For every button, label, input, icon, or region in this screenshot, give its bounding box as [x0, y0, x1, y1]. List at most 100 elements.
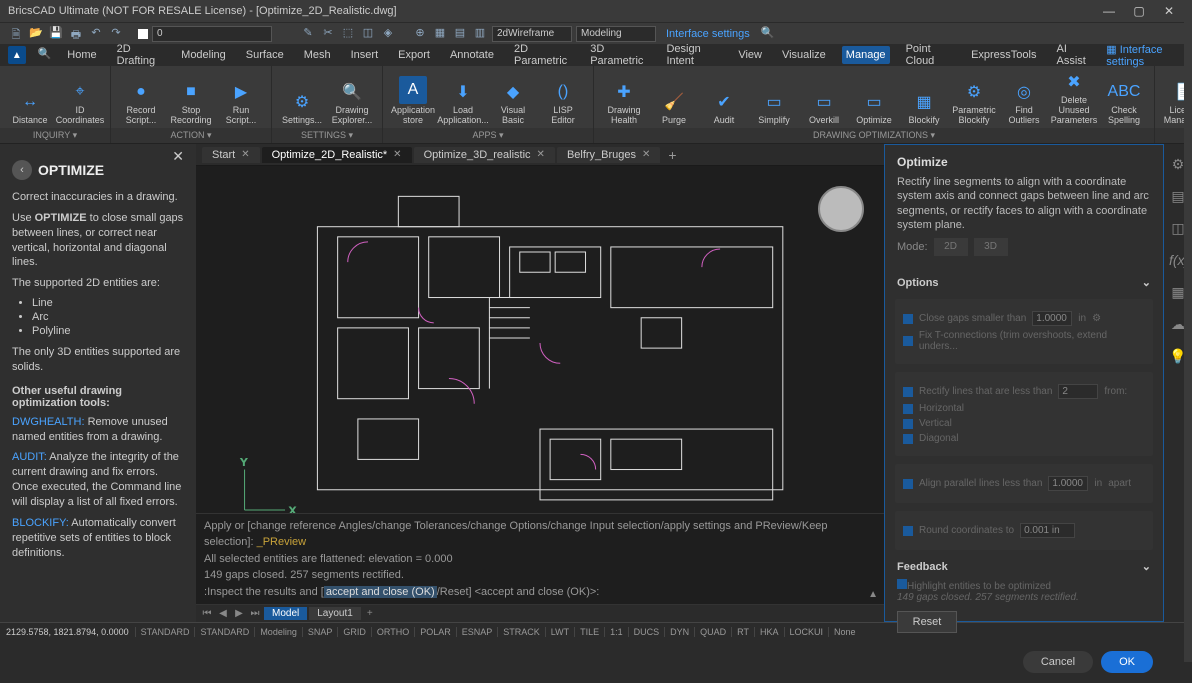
first-tab-button[interactable]: ⏮: [200, 608, 214, 619]
next-tab-button[interactable]: ▶: [232, 608, 246, 619]
align-distance-input[interactable]: [1048, 476, 1088, 491]
ribbon-distance[interactable]: ↔Distance: [6, 70, 54, 128]
tool-icon[interactable]: ▤: [452, 26, 468, 42]
tool-icon[interactable]: ✂: [320, 26, 336, 42]
status-toggle-tile[interactable]: TILE: [574, 627, 604, 637]
ribbon-delete-unused-parameters[interactable]: ✖Delete Unused Parameters: [1050, 70, 1098, 128]
model-tab[interactable]: Model: [264, 607, 307, 620]
tool-icon[interactable]: ⬚: [340, 26, 356, 42]
status-toggle-hka[interactable]: HKA: [754, 627, 784, 637]
rectify-angle-input[interactable]: [1058, 384, 1098, 399]
diagonal-checkbox[interactable]: [903, 434, 913, 444]
status-toggle-polar[interactable]: POLAR: [414, 627, 456, 637]
ribbon-simplify[interactable]: ▭Simplify: [750, 70, 798, 128]
doc-tab[interactable]: Optimize_2D_Realistic*✕: [262, 147, 412, 163]
reset-button[interactable]: Reset: [897, 611, 957, 633]
rectify-checkbox[interactable]: [903, 387, 913, 397]
mode-2d-button[interactable]: 2D: [934, 238, 968, 256]
menu-tab-annotate[interactable]: Annotate: [446, 46, 498, 64]
back-button[interactable]: ‹: [12, 160, 32, 180]
ribbon-application-store[interactable]: AApplication store: [389, 70, 437, 128]
status-toggle-ortho[interactable]: ORTHO: [371, 627, 414, 637]
undo-icon[interactable]: ↶: [88, 26, 104, 42]
ribbon-run-script-[interactable]: ▶Run Script...: [217, 70, 265, 128]
search-menu-icon[interactable]: 🔍: [38, 47, 52, 63]
close-tab-icon[interactable]: ✕: [537, 149, 545, 160]
print-icon[interactable]: 🖶: [68, 26, 84, 42]
cmd-expand-icon[interactable]: ▲: [868, 587, 878, 602]
doc-tab[interactable]: Belfry_Bruges✕: [557, 147, 660, 163]
ribbon-find-outliers[interactable]: ◎Find Outliers: [1000, 70, 1048, 128]
layer-select[interactable]: [152, 26, 272, 42]
menu-tab-manage[interactable]: Manage: [842, 46, 890, 64]
add-tab-button[interactable]: +: [662, 147, 682, 163]
highlight-checkbox[interactable]: [897, 579, 907, 589]
ribbon-load-application-[interactable]: ⬇Load Application...: [439, 70, 487, 128]
status-toggle-dyn[interactable]: DYN: [664, 627, 694, 637]
status-toggle-standard[interactable]: STANDARD: [135, 627, 195, 637]
mode-3d-button[interactable]: 3D: [974, 238, 1008, 256]
round-coords-checkbox[interactable]: [903, 526, 913, 536]
help-link[interactable]: BLOCKIFY:: [12, 517, 69, 529]
vertical-checkbox[interactable]: [903, 419, 913, 429]
ribbon-settings-[interactable]: ⚙Settings...: [278, 70, 326, 128]
menu-tab-mesh[interactable]: Mesh: [300, 46, 335, 64]
menu-tab-home[interactable]: Home: [63, 46, 100, 64]
ribbon-visual-basic[interactable]: ◆Visual Basic: [489, 70, 537, 128]
ribbon-record-script-[interactable]: ●Record Script...: [117, 70, 165, 128]
add-layout-button[interactable]: +: [363, 608, 377, 619]
save-icon[interactable]: 💾: [48, 26, 64, 42]
tool-icon[interactable]: ⊕: [412, 26, 428, 42]
ribbon-drawing-health[interactable]: ✚Drawing Health: [600, 70, 648, 128]
doc-tab[interactable]: Optimize_3D_realistic✕: [414, 147, 555, 163]
ribbon-group-label[interactable]: DRAWING OPTIMIZATIONS ▾: [594, 128, 1154, 143]
ribbon-check-spelling[interactable]: ABCCheck Spelling: [1100, 70, 1148, 128]
doc-tab[interactable]: Start✕: [202, 147, 260, 163]
status-toggle-standard[interactable]: STANDARD: [194, 627, 254, 637]
ribbon-group-label[interactable]: APPS ▾: [383, 128, 593, 143]
tool-icon[interactable]: ▦: [432, 26, 448, 42]
align-parallel-checkbox[interactable]: [903, 479, 913, 489]
layout-tab[interactable]: Layout1: [309, 607, 361, 620]
help-link[interactable]: AUDIT:: [12, 451, 47, 463]
ribbon-lisp-editor[interactable]: ()LISP Editor: [539, 70, 587, 128]
ribbon-purge[interactable]: 🧹Purge: [650, 70, 698, 128]
last-tab-button[interactable]: ⏭: [248, 608, 262, 619]
ok-button[interactable]: OK: [1101, 651, 1153, 673]
cancel-button[interactable]: Cancel: [1023, 651, 1093, 673]
round-precision-input[interactable]: [1020, 523, 1075, 538]
menu-tab-insert[interactable]: Insert: [347, 46, 383, 64]
status-toggle-rt[interactable]: RT: [731, 627, 754, 637]
menu-tab-surface[interactable]: Surface: [242, 46, 288, 64]
horizontal-checkbox[interactable]: [903, 404, 913, 414]
menu-tab-visualize[interactable]: Visualize: [778, 46, 830, 64]
status-toggle-esnap[interactable]: ESNAP: [456, 627, 498, 637]
ribbon-group-label[interactable]: INQUIRY ▾: [0, 128, 110, 143]
tool-icon[interactable]: ▥: [472, 26, 488, 42]
options-section-header[interactable]: Options⌄: [885, 270, 1163, 295]
ribbon-group-label[interactable]: ACTION ▾: [111, 128, 271, 143]
close-tab-icon[interactable]: ✕: [241, 149, 249, 160]
close-tab-icon[interactable]: ✕: [393, 149, 401, 160]
ribbon-group-label[interactable]: SETTINGS ▾: [272, 128, 382, 143]
tool-icon[interactable]: ◫: [360, 26, 376, 42]
maximize-button[interactable]: ▢: [1124, 4, 1154, 18]
status-toggle-11[interactable]: 1:1: [604, 627, 628, 637]
ribbon-blockify[interactable]: ▦Blockify: [900, 70, 948, 128]
search-icon[interactable]: 🔍: [760, 26, 776, 42]
close-gaps-input[interactable]: [1032, 311, 1072, 326]
status-toggle-modeling[interactable]: Modeling: [254, 627, 302, 637]
drawing-canvas[interactable]: Y X: [196, 166, 884, 513]
ribbon-drawing-explorer-[interactable]: 🔍Drawing Explorer...: [328, 70, 376, 128]
status-toggle-strack[interactable]: STRACK: [497, 627, 545, 637]
interface-settings-link[interactable]: Interface settings: [660, 28, 756, 40]
layer-color-swatch[interactable]: [138, 29, 148, 39]
open-icon[interactable]: 📂: [28, 26, 44, 42]
status-toggle-lwt[interactable]: LWT: [545, 627, 574, 637]
ribbon-optimize[interactable]: ▭Optimize: [850, 70, 898, 128]
status-toggle-quad[interactable]: QUAD: [694, 627, 731, 637]
minimize-button[interactable]: —: [1094, 4, 1124, 18]
ribbon-id-coordinates[interactable]: ⌖ID Coordinates: [56, 70, 104, 128]
prev-tab-button[interactable]: ◀: [216, 608, 230, 619]
close-window-button[interactable]: ✕: [1154, 4, 1184, 18]
